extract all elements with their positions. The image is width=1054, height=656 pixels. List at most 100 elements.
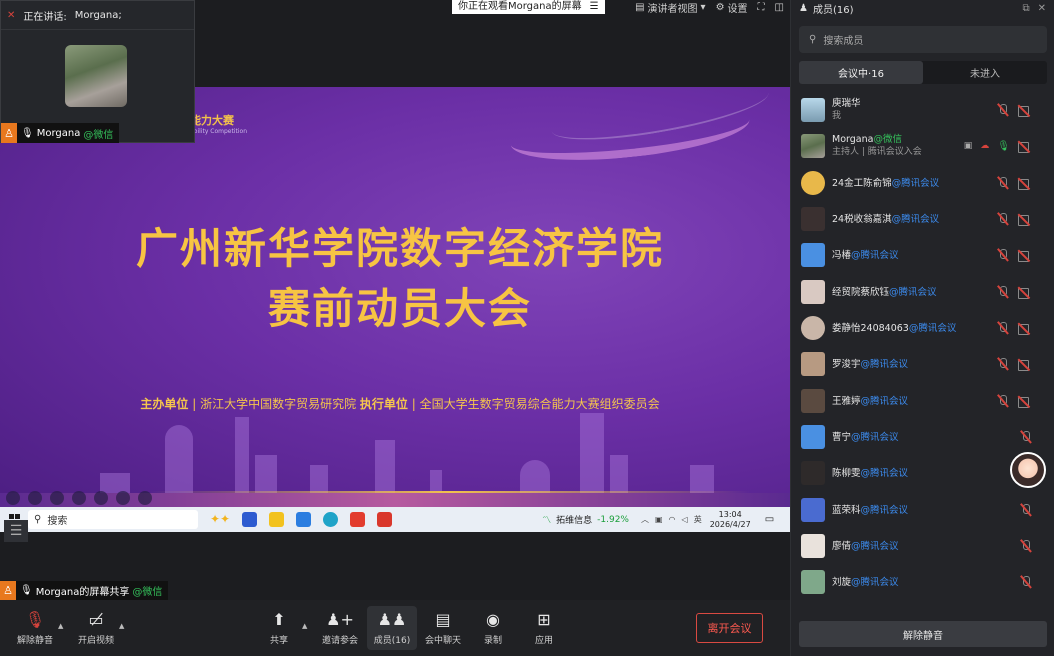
sticky-app-icon[interactable] [269,512,285,527]
meeting-window: 你正在观看Morgana的屏幕 ☰ ▤ 演讲者视图 ▾ ⚙ 设置 ⛶ ◫ 能力大赛 a… [0,0,1054,656]
slide-tool-icon[interactable] [50,491,64,505]
member-suffix: @腾讯会议 [851,431,899,443]
member-row[interactable]: 娄静怡24084063@腾讯会议 [791,310,1054,346]
tray-app-icon[interactable]: ▣ [655,515,663,524]
slide-tool-icon[interactable] [116,491,130,505]
presenter-view-label: 演讲者视图 [647,3,698,15]
side-menu-icon[interactable]: ☰ [4,520,28,542]
member-name: 24税收翁嘉淇 [832,213,892,225]
member-row[interactable]: 庾瑞华 我 [791,92,1054,128]
camera-off-icon [1018,396,1031,408]
chevron-down-icon: ▾ [700,1,706,13]
apps-button[interactable]: ⊞ 应用 [519,606,569,650]
store-icon[interactable] [242,512,258,527]
speaker-tag-name: Morgana [36,127,81,139]
start-video-label: 开启视频 [77,635,114,646]
notification-icon[interactable]: ▭ [765,514,774,525]
video-options-chevron-icon[interactable]: ▲ [119,622,124,630]
slide-tool-icon[interactable] [94,491,108,505]
member-row[interactable]: 冯椿@腾讯会议 [791,237,1054,273]
input-method-icon[interactable]: 英 [694,514,702,525]
member-name: 经贸院蔡欣钰 [832,286,890,298]
slide-tool-icon[interactable] [6,491,20,505]
stock-chart-icon: 〽 [542,516,552,526]
member-row[interactable]: 罗浚宇@腾讯会议 [791,346,1054,382]
volume-icon[interactable]: ◁ [682,515,688,524]
share-options-chevron-icon[interactable]: ▲ [302,622,307,630]
fullscreen-icon[interactable]: ⛶ [758,2,765,13]
member-row[interactable]: 廖倩@腾讯会议 [791,528,1054,564]
settings-button[interactable]: ⚙ 设置 [716,0,748,15]
tab-in-meeting[interactable]: 会议中·16 [799,61,923,84]
layout-icon[interactable]: ◫ [775,2,784,13]
slide-tool-icon[interactable] [72,491,86,505]
meeting-toolbar: 🎙︎ 解除静音 ▲ ▭̸ 开启视频 ▲ ⬆ 共享 ▲ ♟+ 邀请参会 ♟♟ 成员… [0,600,790,656]
member-row[interactable]: 蓝荣科@腾讯会议 [791,492,1054,528]
taskbar-search[interactable]: ⚲ 搜索 [28,510,198,529]
slide-tools [6,491,152,505]
tab-not-joined[interactable]: 未进入 [923,61,1047,84]
cloud-record-icon: ☁ [980,141,990,151]
shared-screen: 能力大赛 ability Competition 广州新华学院数字经济学院 赛前… [0,87,790,532]
member-row[interactable]: 24金工陈俞锦@腾讯会议 [791,165,1054,201]
sharer-suffix: @微信 [132,587,163,598]
members-panel: ♟ 成员(16) ⧉ ✕ ⚲ 搜索成员 会议中·16 未进入 庾瑞华 我 Mor… [790,0,1054,656]
camera-off-icon [1018,250,1031,262]
member-avatar [801,207,825,231]
close-icon[interactable]: ✕ [1038,3,1046,14]
member-row[interactable]: 刘旋@腾讯会议 [791,564,1054,600]
organizer-label: 主办单位 [140,397,189,411]
share-button[interactable]: ⬆ 共享 [254,606,304,650]
edge-browser-icon[interactable] [323,512,339,527]
taskbar-search-label: 搜索 [47,516,68,527]
member-row[interactable]: 24税收翁嘉淇@腾讯会议 [791,201,1054,237]
chat-button[interactable]: ▤ 会中聊天 [418,606,468,650]
taskbar-apps: ✦✦ [210,512,393,527]
member-name: 廖倩 [832,540,852,552]
slide-wave-decoration [508,94,752,170]
member-avatar [801,461,825,485]
menu-lines-icon[interactable]: ☰ [590,0,599,14]
user-icon: ♙ [1,123,17,143]
unmute-all-button[interactable]: 解除静音 [799,621,1047,647]
member-row[interactable]: 曹宁@腾讯会议 [791,419,1054,455]
wifi-icon[interactable]: ◠ [669,515,676,524]
leave-meeting-button[interactable]: 离开会议 [696,613,763,643]
member-row[interactable]: Morgana@微信 主持人 | 腾讯会议入会 ▣ ☁ 🎙︎ [791,128,1054,164]
tray-chevron-up-icon[interactable]: ︿ [641,514,649,525]
share-label: 共享 [269,635,288,646]
sparkle-icon[interactable]: ✦✦ [210,512,230,527]
member-suffix: @腾讯会议 [851,540,899,552]
top-right-controls: ▤ 演讲者视图 ▾ ⚙ 设置 ⛶ ◫ [635,0,784,15]
assistant-avatar-icon[interactable] [1010,452,1046,488]
record-label: 录制 [483,635,502,646]
presenter-view-button[interactable]: ▤ 演讲者视图 ▾ [635,0,705,15]
member-search-input[interactable]: ⚲ 搜索成员 [799,26,1047,53]
mic-muted-icon [997,394,1008,408]
slide-tool-icon[interactable] [138,491,152,505]
photos-app-icon[interactable] [296,512,312,527]
stock-widget[interactable]: 〽 拓维信息 -1.92% [542,513,629,527]
member-name: 陈柳雯 [832,467,861,479]
wps-icon[interactable] [350,512,366,527]
popout-icon[interactable]: ⧉ [1022,3,1029,14]
taskbar-clock[interactable]: 13:04 2026/4/27 [710,510,751,530]
member-row[interactable]: 经贸院蔡欣钰@腾讯会议 [791,274,1054,310]
slide-title-line2: 赛前动员大会 [267,284,532,333]
speaker-popup: ✕ 正在讲话: Morgana; ♙ 🎙︎ Morgana @微信 [0,0,195,143]
speaking-label: 正在讲话: [23,11,67,23]
unmute-options-chevron-icon[interactable]: ▲ [58,622,63,630]
slide-tool-icon[interactable] [28,491,42,505]
start-video-button[interactable]: ▭̸ 开启视频 [71,606,121,650]
speaking-indicator: ✕ 正在讲话: Morgana; [1,1,194,30]
system-tray: ︿ ▣ ◠ ◁ 英 [641,514,702,525]
members-button[interactable]: ♟♟ 成员(16) [367,606,417,650]
unmute-button[interactable]: 🎙︎ 解除静音 [10,606,60,650]
mic-muted-icon [997,357,1008,371]
wps-office-icon[interactable] [377,512,393,527]
member-name: 罗浚宇 [832,358,861,370]
record-button[interactable]: ◉ 录制 [468,606,518,650]
invite-button[interactable]: ♟+ 邀请参会 [315,606,365,650]
slide-logo: 能力大赛 ability Competition [190,112,247,135]
member-row[interactable]: 王雅婷@腾讯会议 [791,383,1054,419]
